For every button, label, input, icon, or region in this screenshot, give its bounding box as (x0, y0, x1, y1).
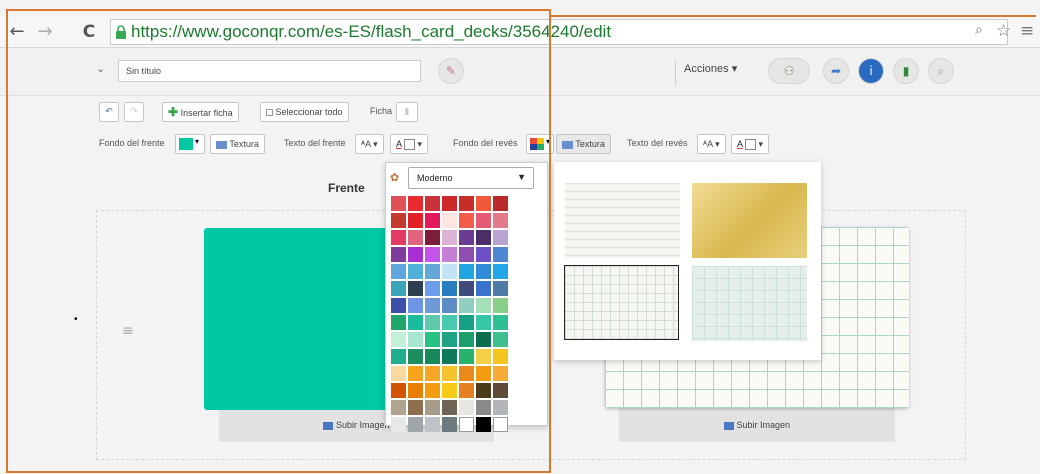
library-icon[interactable]: ▮ (893, 58, 919, 84)
texture-grid-selected[interactable] (564, 265, 679, 340)
divider (675, 61, 676, 85)
zoom-icon[interactable]: ⌕ (975, 22, 983, 38)
acciones-dropdown[interactable]: Acciones ▾ (684, 62, 737, 75)
info-icon[interactable]: i (858, 58, 884, 84)
screen: ← → C https://www.goconqr.com/es-ES/flas… (0, 0, 1040, 474)
back-text-color-button[interactable]: A ▾ (731, 134, 770, 154)
texture-lined-paper[interactable] (565, 183, 680, 258)
color-swatch (745, 139, 757, 151)
search-icon[interactable]: ⌕ (928, 58, 954, 84)
texture-icon (562, 140, 573, 149)
menu-icon[interactable]: ≡ (1020, 21, 1034, 41)
image-icon (723, 421, 734, 430)
privacy-icon[interactable]: ⚇ (768, 58, 810, 84)
back-text-label: Texto del revés (627, 138, 688, 148)
texture-gold[interactable] (692, 183, 807, 258)
star-icon[interactable]: ☆ (996, 21, 1011, 41)
texture-grid-mint[interactable] (692, 266, 807, 341)
back-font-size-button[interactable]: ᴬA ▾ (697, 134, 726, 154)
back-upload-button[interactable]: Subir Imagen (619, 408, 895, 442)
back-texture-button[interactable]: Textura (556, 134, 611, 154)
texture-picker (554, 162, 821, 360)
highlight-line (551, 15, 1036, 17)
highlight-frame (6, 9, 551, 473)
share-icon[interactable]: ➦ (823, 58, 849, 84)
